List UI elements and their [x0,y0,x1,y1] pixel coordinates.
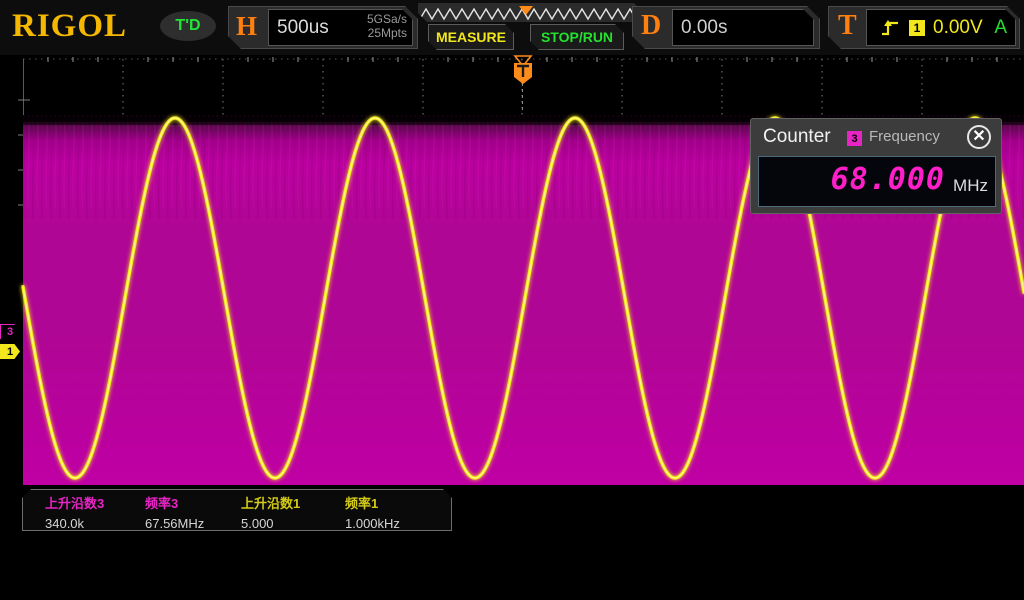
counter-channel-badge: 3 [847,131,862,146]
measurement-table[interactable]: 上升沿数3 340.0k 频率3 67.56MHz 上升沿数1 5.000 频率… [22,489,452,531]
rigol-logo: RIGOL [12,8,127,45]
measurement-label: 频率3 [145,493,204,512]
oscilloscope-screen: RIGOL T'D H 500us 5GSa/s 25Mpts MEASURE … [0,0,1024,600]
trigger-source-badge: 1 [909,20,925,36]
trigger-readout[interactable]: 1 0.00V A [866,9,1016,46]
trigger-level-value: 0.00V [933,17,983,39]
trigger-letter-icon: T [838,10,857,42]
trigger-position-line [522,83,523,113]
counter-header: Counter 3 Frequency ✕ [751,119,1001,155]
measure-button[interactable]: MEASURE [428,24,514,50]
waveform-display-area[interactable]: 3 1 Counter 3 Frequency ✕ 68.000 MHz [0,55,1024,485]
measurement-value: 1.000kHz [345,516,400,531]
bottom-toolbar: 1 100mV 0.00V 2 [0,537,1024,600]
delay-value: 0.00s [681,17,727,39]
measurement-value: 340.0k [45,516,104,531]
counter-unit: MHz [953,176,988,196]
horizontal-letter-icon: H [236,11,257,42]
delay-readout[interactable]: 0.00s [672,9,814,46]
sample-rate-info: 5GSa/s 25Mpts [367,12,407,40]
close-icon[interactable]: ✕ [967,125,991,149]
rising-edge-icon [880,19,900,42]
counter-mode-label: Frequency [869,128,940,145]
trigger-sweep-mode: A [994,17,1007,39]
horizontal-readout[interactable]: 500us 5GSa/s 25Mpts [268,9,413,46]
measurement-label: 上升沿数1 [241,493,300,512]
memory-position-marker-icon [519,6,533,15]
measurement-label: 上升沿数3 [45,493,104,512]
measurement-item[interactable]: 上升沿数1 5.000 [241,493,300,531]
measurement-item[interactable]: 上升沿数3 340.0k [45,493,104,531]
measurement-item[interactable]: 频率1 1.000kHz [345,493,400,531]
stop-run-button[interactable]: STOP/RUN [530,24,624,50]
counter-display: 68.000 MHz [758,156,996,207]
top-toolbar: RIGOL T'D H 500us 5GSa/s 25Mpts MEASURE … [0,0,1024,55]
measurement-label: 频率1 [345,493,400,512]
measurement-value: 5.000 [241,516,300,531]
counter-title: Counter [763,126,831,148]
memory-depth-value: 25Mpts [367,26,407,40]
trigger-status-badge: T'D [160,11,216,41]
measurement-value: 67.56MHz [145,516,204,531]
delay-letter-icon: D [641,10,661,42]
counter-value: 68.000 [831,162,945,197]
sample-rate-value: 5GSa/s [367,12,407,26]
timebase-value: 500us [277,17,329,39]
counter-panel[interactable]: Counter 3 Frequency ✕ 68.000 MHz [750,118,1002,214]
trigger-position-marker[interactable] [512,55,534,85]
measurement-item[interactable]: 频率3 67.56MHz [145,493,204,531]
